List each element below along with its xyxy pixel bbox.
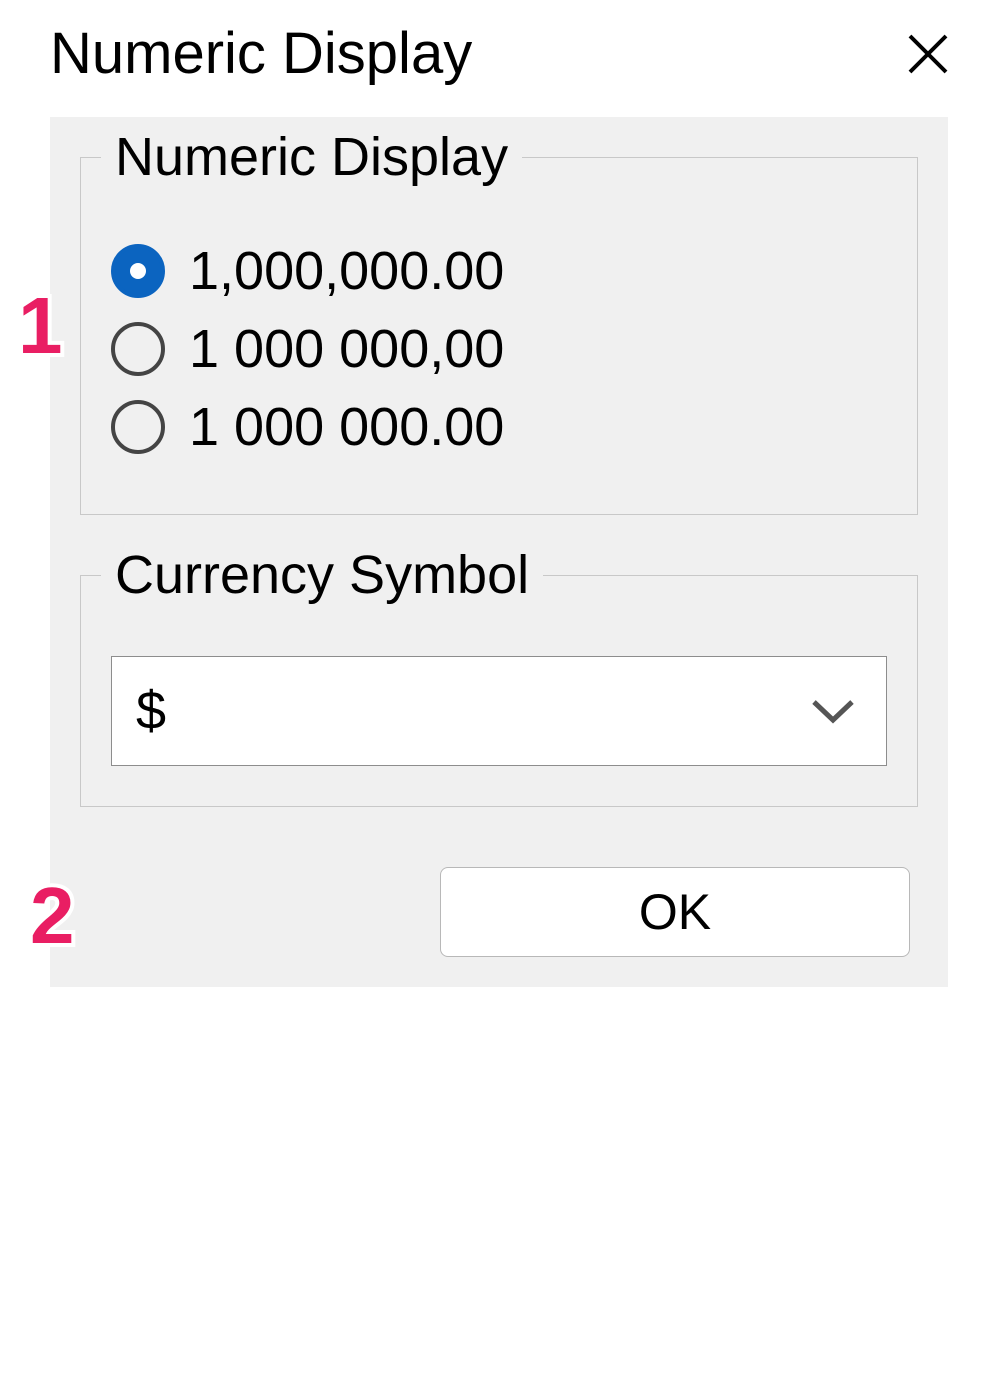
ok-button-label: OK: [639, 883, 711, 941]
radio-label: 1 000 000.00: [189, 396, 504, 458]
currency-symbol-value: $: [136, 680, 166, 742]
close-button[interactable]: [898, 24, 958, 84]
ok-button[interactable]: OK: [440, 867, 910, 957]
dialog-body: Numeric Display 1,000,000.00 1 000 000,0…: [50, 117, 948, 987]
radio-format-comma-dot[interactable]: 1,000,000.00: [111, 240, 887, 302]
currency-symbol-legend: Currency Symbol: [101, 544, 543, 606]
radio-label: 1,000,000.00: [189, 240, 504, 302]
numeric-display-group: Numeric Display 1,000,000.00 1 000 000,0…: [80, 157, 918, 515]
currency-symbol-dropdown[interactable]: $: [111, 656, 887, 766]
dialog-button-row: OK: [80, 867, 918, 957]
radio-format-space-comma[interactable]: 1 000 000,00: [111, 318, 887, 380]
radio-label: 1 000 000,00: [189, 318, 504, 380]
chevron-down-icon: [810, 696, 856, 726]
numeric-display-legend: Numeric Display: [101, 126, 522, 188]
currency-symbol-group: Currency Symbol $: [80, 575, 918, 807]
dialog-title: Numeric Display: [50, 20, 472, 87]
radio-icon: [111, 244, 165, 298]
radio-icon: [111, 322, 165, 376]
close-icon: [904, 30, 952, 78]
radio-format-space-dot[interactable]: 1 000 000.00: [111, 396, 887, 458]
dialog-titlebar: Numeric Display: [0, 0, 998, 97]
radio-selected-dot-icon: [130, 263, 146, 279]
radio-icon: [111, 400, 165, 454]
